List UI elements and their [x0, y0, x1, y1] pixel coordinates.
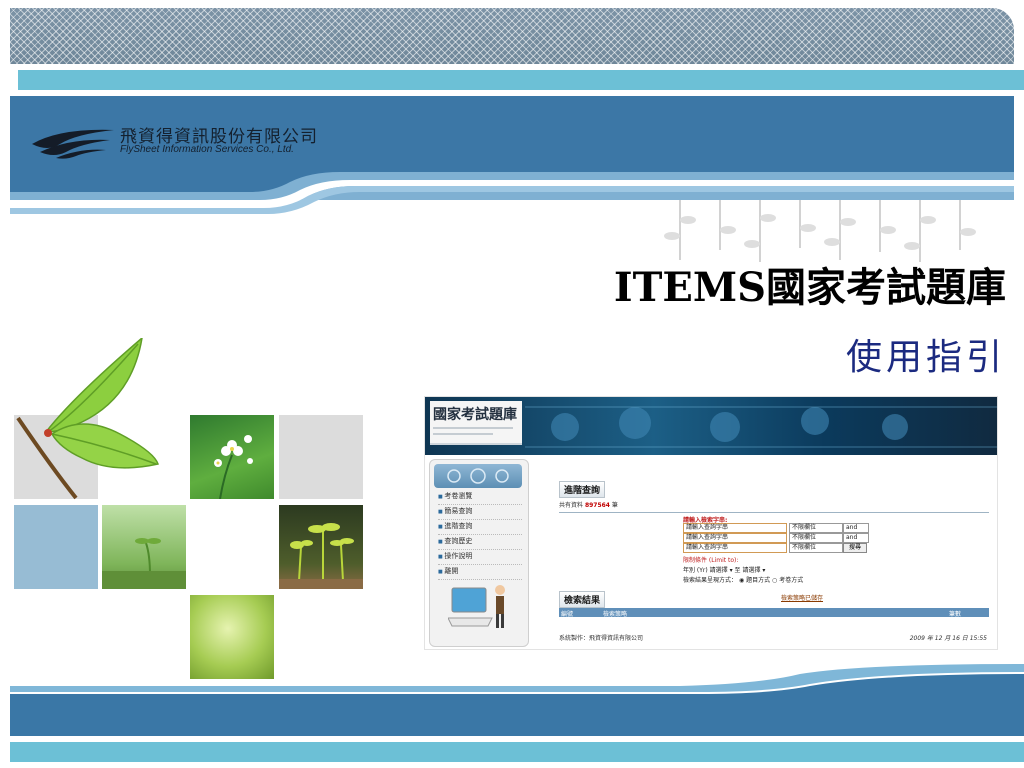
leaf-branch-illustration [16, 338, 159, 500]
record-count-prefix: 共有資料 [559, 502, 584, 509]
app-logo-text: 國家考試題庫 [433, 407, 517, 423]
blue-tile [14, 505, 98, 589]
tab-advanced-search[interactable]: 進階查詢 [559, 481, 606, 498]
operator-select[interactable]: and [843, 533, 869, 543]
menu-item-simple-search[interactable]: 簡易查詢 [438, 505, 522, 520]
query-input[interactable]: 請輸入查詢字串 [683, 543, 787, 553]
app-sidebar: 考卷瀏覽 簡易查詢 進階查詢 查詢歷史 操作說明 離開 [429, 459, 529, 647]
app-screenshot: 國家考試題庫 考卷瀏覽 簡易查詢 進階查詢 查詢歷史 操作說明 離開 [424, 396, 998, 650]
col-count: 筆數 [949, 611, 962, 618]
field-select[interactable]: 不限欄位 [789, 523, 843, 533]
display-mode-row: 檢索結果呈現方式： ◉ 題目方式 ○ 考卷方式 [683, 575, 803, 584]
grass-sprout-photo [102, 505, 186, 589]
year-label: 年別 (Yr) [683, 567, 708, 574]
radio-paper-mode-label: 考卷方式 [779, 577, 804, 584]
col-number: 編號 [561, 611, 574, 618]
sidebar-gear-header [434, 464, 522, 488]
menu-item-help[interactable]: 操作說明 [438, 550, 522, 565]
company-name-en: FlySheet Information Services Co., Ltd. [120, 144, 294, 155]
grey-tile [279, 415, 363, 499]
top-teal-band [18, 70, 1024, 90]
field-select[interactable]: 不限欄位 [789, 543, 843, 553]
save-strategy-link[interactable]: 檢索策略已儲存 [781, 593, 823, 602]
top-hatched-band [10, 8, 1014, 64]
record-count-row: 共有資料 897564 筆 [559, 500, 989, 513]
menu-item-history[interactable]: 查詢歷史 [438, 535, 522, 550]
menu-item-browse[interactable]: 考卷瀏覽 [438, 490, 522, 505]
menu-item-advanced-search[interactable]: 進階查詢 [438, 520, 522, 535]
slide-title: ITEMS國家考試題庫 [613, 264, 1006, 311]
tab-search-results[interactable]: 檢索結果 [559, 591, 606, 608]
swoosh-logo-icon [32, 129, 114, 159]
query-row: 請輸入查詢字串 不限欄位 and [683, 533, 869, 543]
record-count-number: 897564 [584, 502, 610, 509]
bottom-wave-bands [0, 662, 1024, 762]
app-logo-box: 國家考試題庫 [430, 401, 522, 445]
app-menu: 考卷瀏覽 簡易查詢 進階查詢 查詢歷史 操作說明 離開 [438, 490, 522, 580]
footer-timestamp: 2009 年 12 月 16 日 15:55 [909, 635, 987, 642]
company-logo: 飛資得資訊股份有限公司 FlySheet Information Service… [30, 122, 330, 162]
year-to-select[interactable]: 請選擇 [742, 567, 760, 574]
field-select[interactable]: 不限欄位 [789, 533, 843, 543]
search-button[interactable]: 搜尋 [843, 543, 867, 553]
app-main: 進階查詢 共有資料 897564 筆 請輸入檢索字串: 請輸入查詢字串 不限欄位… [559, 471, 991, 643]
query-row: 請輸入查詢字串 不限欄位 [683, 543, 869, 553]
seedlings-photo [279, 505, 363, 589]
slide-subtitle: 使用指引 [845, 337, 1006, 378]
display-mode-label: 檢索結果呈現方式： [683, 577, 738, 584]
query-row: 請輸入查詢字串 不限欄位 and [683, 523, 869, 533]
record-count-suffix: 筆 [611, 502, 618, 509]
computer-illustration-icon [448, 585, 505, 628]
operator-select[interactable]: and [843, 523, 869, 533]
year-range-row: 年別 (Yr) 請選擇 ▾ 至 請選擇 ▾ [683, 567, 766, 574]
query-input[interactable]: 請輸入查詢字串 [683, 533, 787, 543]
col-strategy: 檢索策略 [603, 611, 628, 618]
limit-label: 限制條件 (Limit to): [683, 557, 739, 564]
radio-question-mode-label: 題目方式 [746, 577, 771, 584]
year-from-select[interactable]: 請選擇 [710, 567, 728, 574]
year-to-label: 至 [734, 567, 741, 574]
results-table-header: 編號 檢索策略 筆數 [559, 608, 989, 618]
footer-credit: 系統製作：飛資得資訊有限公司 [559, 635, 644, 642]
query-input[interactable]: 請輸入查詢字串 [683, 523, 787, 533]
app-banner: 國家考試題庫 [425, 397, 997, 455]
white-flower-photo [190, 415, 274, 500]
